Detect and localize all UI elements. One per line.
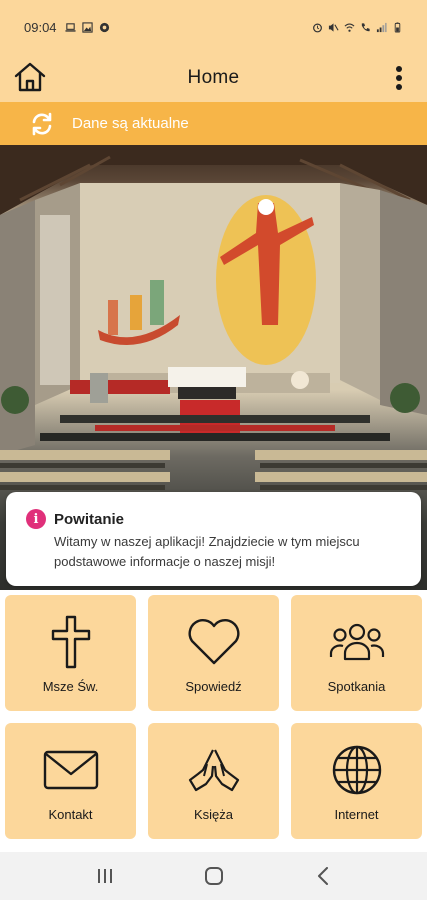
more-options-button[interactable] <box>389 62 409 94</box>
welcome-title: Powitanie <box>54 511 125 528</box>
welcome-body: Witamy w naszej aplikacji! Znajdziecie w… <box>54 534 360 569</box>
home-button[interactable] <box>12 59 48 95</box>
battery-icon <box>394 21 401 33</box>
status-bar: 09:04 <box>0 0 427 54</box>
sync-icon <box>32 112 52 135</box>
tile-masses[interactable]: Msze Św. <box>5 595 136 711</box>
image-icon <box>81 21 93 33</box>
tile-confession[interactable]: Spowiedź <box>148 595 279 711</box>
sync-status-text: Dane są aktualne <box>72 115 189 132</box>
tile-meetings-label: Spotkania <box>327 679 386 694</box>
praying-hands-icon <box>188 749 239 792</box>
home-icon <box>14 62 46 92</box>
system-nav-bar <box>0 852 427 900</box>
tile-masses-label: Msze Św. <box>42 679 99 694</box>
tile-priests[interactable]: Księża <box>148 723 279 839</box>
menu-grid: Msze Św. Spowiedź Spotkania Kontakt Księ… <box>0 590 427 850</box>
call-icon <box>361 22 370 31</box>
sync-status-bar[interactable]: Dane są aktualne <box>0 102 427 145</box>
app-bar: Home <box>0 54 427 102</box>
back-icon <box>317 867 328 885</box>
recent-apps-icon <box>97 869 112 883</box>
home-nav-icon <box>204 867 223 885</box>
mail-icon <box>43 750 98 790</box>
page-title: Home <box>187 67 240 88</box>
tile-internet-label: Internet <box>334 807 379 822</box>
settings-icon <box>99 22 109 32</box>
info-icon: i <box>26 509 46 529</box>
back-button[interactable] <box>303 856 343 896</box>
mute-icon <box>328 22 339 32</box>
tile-contact-label: Kontakt <box>48 807 93 822</box>
people-icon <box>329 623 384 661</box>
tile-contact[interactable]: Kontakt <box>5 723 136 839</box>
tile-internet[interactable]: Internet <box>291 723 422 839</box>
tile-meetings[interactable]: Spotkania <box>291 595 422 711</box>
laptop-icon <box>65 22 76 32</box>
alarm-icon <box>313 23 322 32</box>
heart-icon <box>188 619 239 665</box>
cross-icon <box>51 615 90 669</box>
home-nav-button[interactable] <box>194 856 234 896</box>
status-time: 09:04 <box>24 19 57 35</box>
more-vert-icon <box>396 66 402 90</box>
signal-icon <box>376 22 387 32</box>
tile-priests-label: Księża <box>193 807 234 822</box>
tile-confession-label: Spowiedź <box>185 679 242 694</box>
recent-apps-button[interactable] <box>85 856 125 896</box>
welcome-card[interactable]: i Powitanie Witamy w naszej aplikacji! Z… <box>6 492 421 586</box>
wifi-icon <box>344 23 355 32</box>
globe-icon <box>332 745 381 795</box>
